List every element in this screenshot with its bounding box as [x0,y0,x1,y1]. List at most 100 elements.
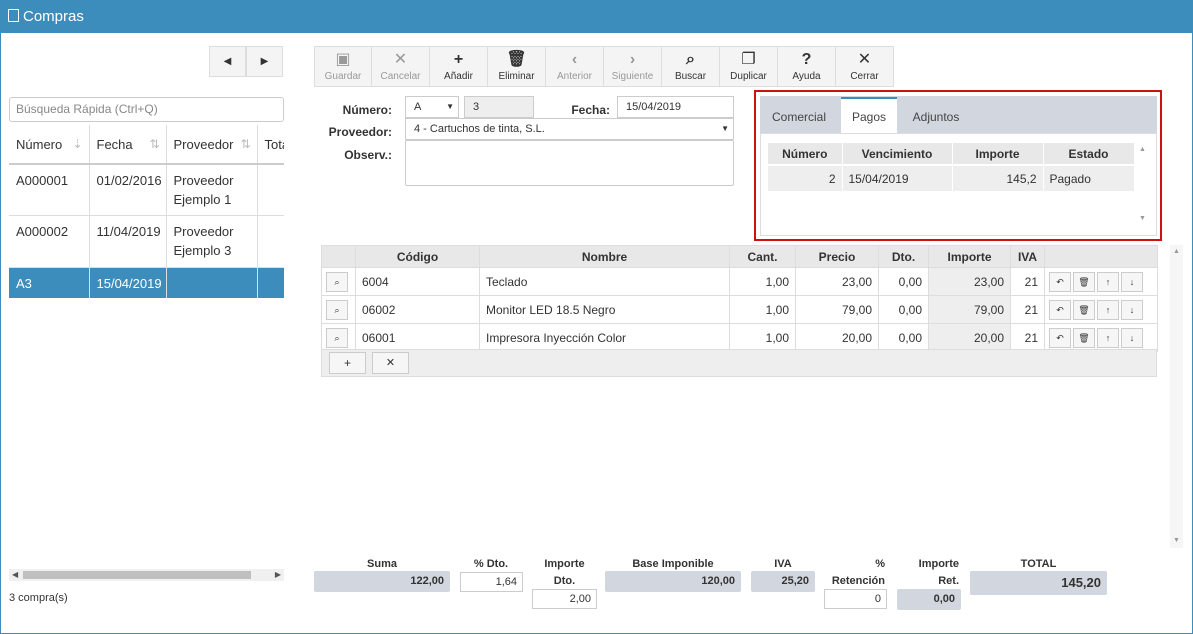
table-row[interactable]: ⌕ 06002 Monitor LED 18.5 Negro 1,00 79,0… [321,295,1158,324]
ret-label-1: % [875,558,885,570]
col-total[interactable]: Tota [257,125,284,165]
window-title: Compras [23,8,84,25]
fecha-field[interactable]: 15/04/2019 [617,96,734,118]
scroll-up-icon[interactable]: ▲ [1173,248,1180,255]
x-icon: ✕ [393,51,408,68]
observ-textarea[interactable] [405,140,734,186]
importe-ret-label-1: Importe [918,558,959,570]
quick-search-input[interactable]: Búsqueda Rápida (Ctrl+Q) [9,97,284,122]
scroll-down-icon[interactable]: ▼ [1139,215,1146,222]
caret-down-icon: ▼ [446,102,454,111]
scroll-right-icon[interactable]: ▶ [275,569,281,581]
scroll-down-icon[interactable]: ▼ [1173,537,1180,544]
trash-icon[interactable]: 🗑 [1073,327,1095,348]
ret-field[interactable]: 0 [824,589,887,609]
payment-row[interactable]: 2 15/04/2019 145,2 Pagado [768,164,1135,191]
tab-pagos[interactable]: Pagos [841,97,897,133]
lookup-search-icon[interactable]: ⌕ [326,271,348,292]
lookup-search-icon[interactable]: ⌕ [326,299,348,320]
sort-icon: ⇅ [240,136,251,151]
total-label: TOTAL [1020,558,1057,570]
base-value: 120,00 [605,571,741,592]
list-prev-button[interactable]: ◀ [209,46,246,77]
add-line-button[interactable]: + [329,352,366,374]
arrow-down-icon[interactable]: ↓ [1121,299,1143,320]
undo-icon[interactable]: ↶ [1049,327,1071,348]
fecha-label: Fecha: [571,103,610,117]
close-button[interactable]: ✕ Cerrar [835,46,894,87]
importe-dto-field[interactable]: 2,00 [532,589,597,609]
suma-value: 122,00 [314,571,450,592]
arrow-up-icon[interactable]: ↑ [1097,299,1119,320]
undo-icon[interactable]: ↶ [1049,271,1071,292]
floppy-icon: ▣ [335,51,351,68]
lines-action-bar: + ✕ [321,349,1157,377]
iva-label: IVA [774,558,792,570]
numero-label: Número: [342,103,392,117]
record-count: 3 compra(s) [9,592,68,604]
remove-line-button[interactable]: ✕ [372,352,409,374]
col-proveedor[interactable]: Proveedor ⇅ [166,125,258,165]
undo-icon[interactable]: ↶ [1049,299,1071,320]
purchases-list: Número⇣ Fecha⇅ Proveedor⇅ Tota A000001 0… [9,125,284,298]
dto-field[interactable]: 1,64 [460,572,523,592]
caret-down-icon: ▼ [721,124,729,133]
cancel-button[interactable]: ✕ Cancelar [371,46,430,87]
window-title-bar: Compras [0,0,1193,33]
list-next-button[interactable]: ▶ [246,46,283,77]
tab-adjuntos[interactable]: Adjuntos [900,97,972,133]
col-fecha[interactable]: Fecha ⇅ [89,125,167,165]
document-icon [8,9,19,22]
search-button[interactable]: ⌕ Buscar [661,46,720,87]
vertical-scrollbar[interactable]: ▲ ▼ [1170,245,1183,548]
list-row-selected[interactable]: A3 15/04/2019 14 [9,267,284,298]
scrollbar-thumb[interactable] [23,571,251,579]
delete-button[interactable]: 🗑 Eliminar [487,46,546,87]
proveedor-label: Proveedor: [328,125,392,139]
col-numero[interactable]: Número ⇣ [9,125,90,165]
arrow-up-icon[interactable]: ↑ [1097,327,1119,348]
arrow-down-icon[interactable]: ↓ [1121,327,1143,348]
search-icon: ⌕ [686,51,695,68]
list-horizontal-scrollbar[interactable]: ◀ ▶ [9,569,284,581]
chevron-right-icon: › [629,51,636,68]
trash-icon[interactable]: 🗑 [1073,299,1095,320]
table-row[interactable]: ⌕ 06001 Impresora Inyección Color 1,00 2… [321,323,1158,352]
importe-ret-value: 0,00 [897,589,961,610]
trash-icon[interactable]: 🗑 [1073,271,1095,292]
save-button[interactable]: ▣ Guardar [314,46,372,87]
chevron-left-icon: ‹ [571,51,578,68]
sort-icon: ⇅ [149,136,160,151]
total-value: 145,20 [970,571,1107,595]
proveedor-select[interactable]: 4 - Cartuchos de tinta, S.L. ▼ [405,118,734,140]
duplicate-button[interactable]: ❐ Duplicar [719,46,778,87]
tab-comercial[interactable]: Comercial [760,97,838,133]
close-icon: ✕ [857,51,872,68]
suma-label: Suma [367,558,397,570]
ret-label-2: Retención [831,575,885,587]
arrow-down-icon[interactable]: ↓ [1121,271,1143,292]
add-button[interactable]: + Añadir [429,46,488,87]
importe-dto-label-2: Dto. [553,575,576,587]
list-row[interactable]: A000001 01/02/2016 Proveedor Ejemplo 1 [9,164,284,216]
question-icon: ? [801,51,812,68]
payments-table: Número Vencimiento Importe Estado 2 15/0… [768,143,1135,191]
next-button[interactable]: › Siguiente [603,46,662,87]
dto-label: % Dto. [473,558,509,570]
arrow-up-icon[interactable]: ↑ [1097,271,1119,292]
previous-button[interactable]: ‹ Anterior [545,46,604,87]
numero-field[interactable]: 3 [464,96,534,118]
table-row[interactable]: ⌕ 6004 Teclado 1,00 23,00 0,00 23,00 21 … [321,267,1158,296]
observ-label: Observ.: [344,148,392,162]
iva-value: 25,20 [751,571,815,592]
scroll-left-icon[interactable]: ◀ [12,569,18,581]
copy-icon: ❐ [741,51,756,68]
scroll-up-icon[interactable]: ▲ [1139,146,1146,153]
trash-icon: 🗑 [506,51,527,68]
importe-ret-label-2: Ret. [938,575,959,587]
plus-icon: + [453,51,464,68]
lookup-search-icon[interactable]: ⌕ [326,327,348,348]
list-row[interactable]: A000002 11/04/2019 Proveedor Ejemplo 3 4… [9,215,284,268]
serie-select[interactable]: A ▼ [405,96,459,118]
help-button[interactable]: ? Ayuda [777,46,836,87]
